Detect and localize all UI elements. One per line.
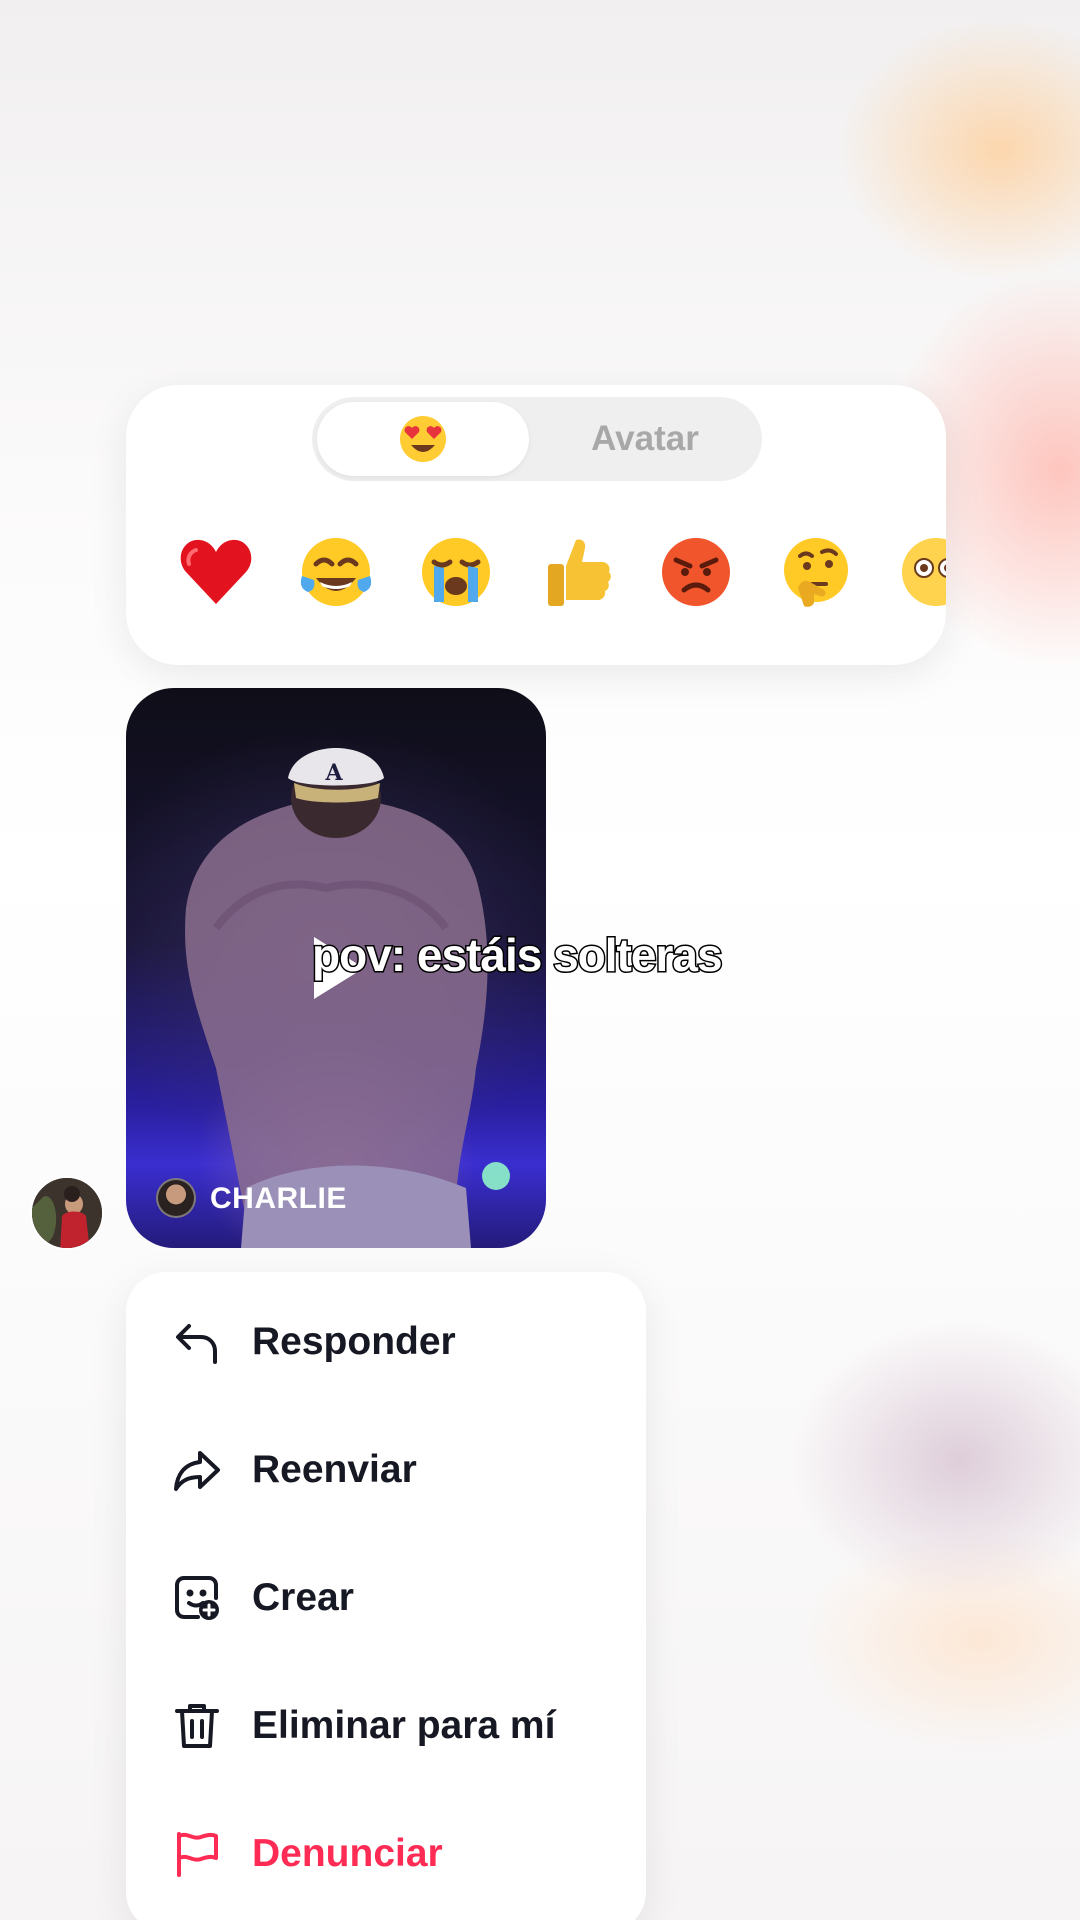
angry-face-emoji[interactable]	[656, 532, 736, 612]
flushed-face-emoji[interactable]	[896, 532, 946, 612]
author-name: CHARLIE	[210, 1182, 347, 1215]
tears-of-joy-emoji[interactable]	[296, 532, 376, 612]
tab-emoji[interactable]	[317, 402, 529, 476]
heart-eyes-emoji-icon	[400, 416, 446, 462]
emoji-row	[176, 532, 946, 622]
menu-label: Crear	[252, 1576, 354, 1619]
trash-icon	[172, 1701, 222, 1751]
reaction-panel: Avatar	[126, 385, 946, 665]
menu-label: Eliminar para mí	[252, 1704, 556, 1747]
sender-avatar[interactable]	[30, 1176, 104, 1250]
tab-avatar[interactable]: Avatar	[534, 402, 756, 476]
menu-item-reply[interactable]: Responder	[172, 1307, 456, 1377]
reply-arrow-icon	[172, 1317, 222, 1367]
menu-item-delete-for-me[interactable]: Eliminar para mí	[172, 1691, 555, 1761]
sticker-add-icon	[172, 1573, 222, 1623]
loudly-crying-emoji[interactable]	[416, 532, 496, 612]
svg-text:A: A	[324, 760, 343, 786]
menu-label: Responder	[252, 1320, 456, 1363]
red-heart-emoji[interactable]	[176, 532, 256, 612]
thumbs-up-emoji[interactable]	[536, 532, 616, 612]
menu-label: Denunciar	[252, 1832, 443, 1875]
menu-item-create[interactable]: Crear	[172, 1563, 354, 1633]
reaction-tabs: Avatar	[312, 397, 762, 481]
menu-item-forward[interactable]: Reenviar	[172, 1435, 417, 1505]
video-caption: pov: estáis solteras	[311, 928, 725, 983]
flag-icon	[172, 1829, 222, 1879]
thinking-face-emoji[interactable]	[776, 532, 856, 612]
action-menu: Responder Reenviar Crear Eliminar para m…	[126, 1272, 646, 1920]
menu-label: Reenviar	[252, 1448, 417, 1491]
menu-item-report[interactable]: Denunciar	[172, 1819, 443, 1889]
share-arrow-icon	[172, 1445, 222, 1495]
author-avatar	[156, 1178, 196, 1218]
